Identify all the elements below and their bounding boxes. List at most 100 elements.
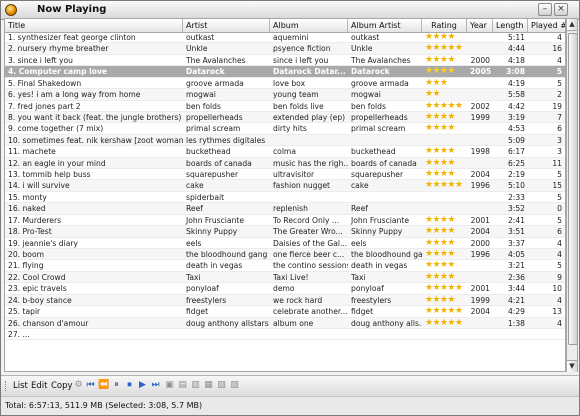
rating-stars-icon: ★★★★ <box>425 32 455 42</box>
table-row[interactable]: 27. ... <box>5 329 565 341</box>
cell-year <box>467 203 493 214</box>
column-header-artist[interactable]: Artist <box>183 19 270 32</box>
add-tracks-icon[interactable]: ▣ <box>164 380 175 391</box>
cell-artist: John Frusciante <box>186 215 245 225</box>
cell-length: 4:29 <box>507 307 525 317</box>
stop-icon[interactable]: ⏹ <box>124 380 135 391</box>
table-row[interactable]: 11. machete buckethead colma buckethead ★★★★… <box>5 146 565 158</box>
copy-menu[interactable]: Copy <box>51 381 73 391</box>
table-row[interactable]: 21. flying death in vegas the contino sess… <box>5 260 565 272</box>
track-list[interactable]: Title Artist Album Album Artist Rating Y… <box>4 18 566 372</box>
cell-artist: mogwai <box>186 90 216 100</box>
cell-album-artist: fidget <box>351 307 374 317</box>
table-row[interactable]: 1. synthesizer feat george clinton outkas… <box>5 32 565 44</box>
table-row[interactable]: 13. tommib help buss squarepusher ultravis… <box>5 169 565 181</box>
cell-length: 4:44 <box>507 44 525 54</box>
table-row[interactable]: 23. epic travels ponyloaf demo ponyloaf ★★★★… <box>5 283 565 295</box>
table-row[interactable]: 16. naked Reef replenish Reef 3:52 0 <box>5 203 565 215</box>
cell-title: 15. monty <box>8 192 47 202</box>
table-row[interactable]: 8. you want it back (feat. the jungle br… <box>5 111 565 124</box>
table-row[interactable]: 25. tapir fidget celebrate another... fidge… <box>5 306 565 318</box>
cell-length: 1:38 <box>507 318 525 328</box>
copy-settings-icon[interactable]: ⚙ <box>73 380 84 391</box>
scroll-up-icon[interactable]: ▲ <box>567 19 577 31</box>
cell-album-artist: Taxi <box>351 272 366 282</box>
cell-year: 1996 <box>470 250 490 260</box>
cell-album: celebrate another... <box>273 307 348 317</box>
column-header-played[interactable]: Played # <box>528 19 565 32</box>
table-row[interactable]: 7. fred jones part 2 ben folds ben folds l… <box>5 101 565 112</box>
move-icon[interactable]: ▧ <box>216 380 227 391</box>
table-row[interactable]: 3. since i left you The Avalanches since i… <box>5 55 565 67</box>
column-header-album-artist[interactable]: Album Artist <box>348 19 422 32</box>
play-icon[interactable]: ▶ <box>137 380 148 391</box>
rating-stars-icon: ★★★★ <box>425 123 455 134</box>
pause-icon[interactable]: ⏸ <box>111 380 122 391</box>
cell-title: 16. naked <box>8 204 46 214</box>
cell-played: 5 <box>557 78 562 88</box>
cell-album-artist: cake <box>351 181 369 191</box>
column-header-rating[interactable]: Rating <box>422 19 467 32</box>
cell-length: 3:44 <box>507 284 525 294</box>
column-header-year[interactable]: Year <box>467 19 493 32</box>
cell-length: 5:11 <box>507 33 525 42</box>
close-button[interactable]: × <box>554 3 568 16</box>
scroll-thumb[interactable] <box>568 33 578 345</box>
table-row[interactable]: 17. Murderers John Frusciante To Record On… <box>5 215 565 227</box>
cell-album: love box <box>273 78 306 88</box>
status-bar: Total: 6:57:13, 511.9 MB (Selected: 3:08… <box>1 396 579 415</box>
cell-length: 3:21 <box>507 261 525 271</box>
vertical-scrollbar[interactable]: ▲ ▼ <box>566 18 578 372</box>
cell-played: 9 <box>557 272 562 282</box>
cell-played: 3 <box>557 135 562 145</box>
lock-icon[interactable]: ▦ <box>203 380 214 391</box>
table-row[interactable]: 12. an eagle in your mind boards of canad… <box>5 157 565 170</box>
cell-played: 15 <box>552 181 562 191</box>
column-header-title[interactable]: Title <box>5 19 183 32</box>
table-row[interactable]: 19. jeannie's diary eels Daisies of the Ga… <box>5 238 565 250</box>
cell-album-artist: Skinny Puppy <box>351 227 403 237</box>
rating-stars-icon <box>422 203 467 214</box>
table-row[interactable]: 4. Computer camp love Datarock Datarock Da… <box>5 66 565 78</box>
table-row[interactable]: 9. come together (7 mix) primal scream dir… <box>5 123 565 135</box>
properties-icon[interactable]: ▥ <box>190 380 201 391</box>
table-row[interactable]: 2. nursery rhyme breather Unkle psyence fi… <box>5 43 565 55</box>
table-row[interactable]: 20. boom the bloodhound gang one fierce be… <box>5 249 565 261</box>
table-row[interactable]: 18. Pro-Test Skinny Puppy The Greater Wro.… <box>5 226 565 238</box>
rewind-icon[interactable]: ⏪ <box>98 380 109 391</box>
prev-icon[interactable]: ⏮ <box>85 380 96 391</box>
table-row[interactable]: 14. i will survive cake fashion nugget cake… <box>5 180 565 192</box>
cell-played: 4 <box>557 238 562 248</box>
list-menu[interactable]: List <box>13 381 28 391</box>
cell-year <box>467 272 493 283</box>
scroll-down-icon[interactable]: ▼ <box>567 360 577 372</box>
rating-stars-icon: ★★★★ <box>425 111 455 122</box>
edit-menu[interactable]: Edit <box>31 381 47 391</box>
cell-album-artist: John Frusciante <box>351 215 410 225</box>
cell-album: since i left you <box>273 55 329 65</box>
cell-album: ben folds live <box>273 101 324 111</box>
column-header-album[interactable]: Album <box>270 19 348 32</box>
table-row[interactable]: 15. monty spiderbait 2:33 5 <box>5 192 565 204</box>
cell-played: 5 <box>557 261 562 271</box>
cell-album: aquemini <box>273 33 309 42</box>
table-row[interactable]: 10. sometimes feat. nik kershaw [zoot wo… <box>5 134 565 147</box>
window-title: Now Playing <box>37 4 107 15</box>
column-header-row: Title Artist Album Album Artist Rating Y… <box>5 19 565 33</box>
table-row[interactable]: 24. b-boy stance freestylers we rock hard f… <box>5 294 565 307</box>
shuffle-icon[interactable]: ▨ <box>229 380 240 391</box>
table-row[interactable]: 6. yes! i am a long way from home mogwai y… <box>5 89 565 101</box>
remove-tracks-icon[interactable]: ▤ <box>177 380 188 391</box>
next-icon[interactable]: ⏭ <box>150 380 161 391</box>
minimize-button[interactable]: – <box>538 3 552 16</box>
table-row[interactable]: 26. chanson d'amour doug anthony allstars… <box>5 317 565 329</box>
cell-album: album one <box>273 318 314 328</box>
grip-icon[interactable] <box>5 381 9 391</box>
table-row[interactable]: 22. Cool Crowd Taxi Taxi Live! Taxi ★★★★ 2:36… <box>5 271 565 284</box>
rating-stars-icon: ★★★★★ <box>425 180 463 191</box>
app-icon[interactable] <box>5 4 17 16</box>
cell-year: 1999 <box>470 112 490 122</box>
column-header-length[interactable]: Length <box>493 19 528 32</box>
cell-length: 5:58 <box>507 90 525 100</box>
table-row[interactable]: 5. Final Shakedown groove armada love box g… <box>5 78 565 90</box>
